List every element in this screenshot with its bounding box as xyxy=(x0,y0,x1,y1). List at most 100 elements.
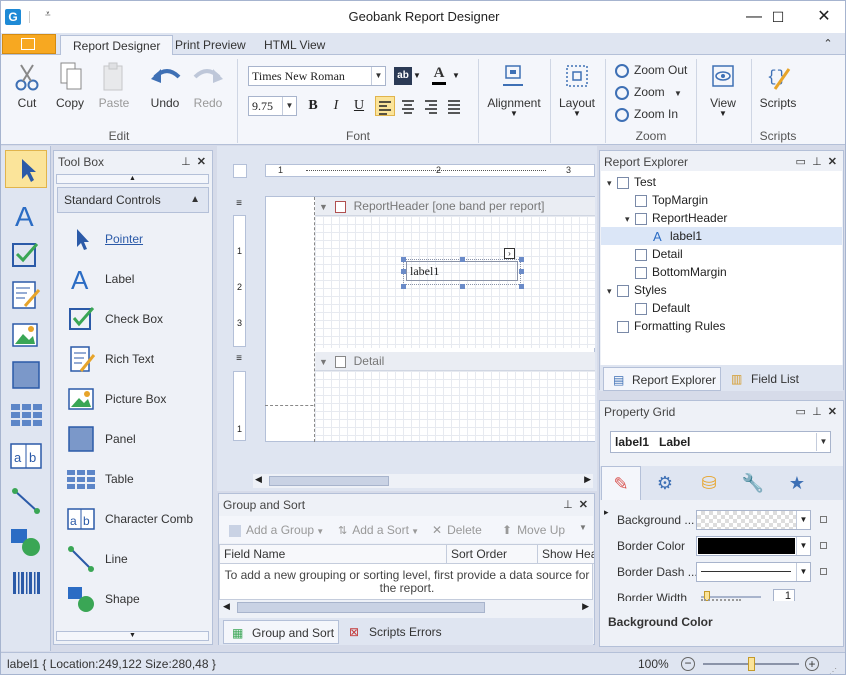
design-horizontal-scrollbar[interactable]: ◀ ▶ xyxy=(253,474,593,488)
align-left-button[interactable] xyxy=(375,96,395,116)
alignment-button[interactable]: Alignment xyxy=(484,96,544,110)
ribbon-collapse-icon[interactable]: ⌃ xyxy=(821,37,835,51)
maximize-panel-icon[interactable]: ▭ xyxy=(796,406,806,418)
property-value-border-color[interactable]: ▼ xyxy=(696,536,811,556)
report-header-band-caption[interactable]: ▼ ReportHeader [one band per report] xyxy=(315,197,595,216)
tree-item[interactable]: Default xyxy=(601,299,842,317)
font-family-combo[interactable]: Times New Roman ▼ xyxy=(248,66,386,86)
toolbox-item-label[interactable]: A Label xyxy=(63,261,203,297)
chevron-down-icon[interactable]: ▼ xyxy=(796,563,810,581)
close-icon[interactable]: ✕ xyxy=(828,406,837,418)
toolbox-item-line[interactable]: Line xyxy=(63,541,203,577)
scroll-thumb[interactable] xyxy=(237,602,485,613)
zoom-out-button[interactable]: Zoom Out xyxy=(615,60,687,80)
close-icon[interactable]: ✕ xyxy=(828,156,837,168)
column-header-sort-order[interactable]: Sort Order xyxy=(447,545,538,564)
bold-button[interactable]: B xyxy=(303,96,323,116)
layout-button[interactable]: Layout xyxy=(554,96,600,110)
resize-handle[interactable] xyxy=(401,257,406,262)
redo-button[interactable]: Redo xyxy=(189,96,227,110)
zoom-slider-thumb[interactable] xyxy=(748,657,756,671)
maximize-button[interactable]: ☐ xyxy=(755,1,801,33)
cut-button[interactable]: Cut xyxy=(9,96,45,110)
character-comb-tool-button[interactable]: ab xyxy=(5,436,47,474)
font-color-icon[interactable]: A xyxy=(432,65,446,85)
scroll-right-icon[interactable]: ▶ xyxy=(582,601,589,612)
band-collapse-handle[interactable]: ≡ xyxy=(233,198,245,214)
maximize-panel-icon[interactable]: ▭ xyxy=(796,156,806,168)
tab-group-and-sort[interactable]: ▦ Group and Sort xyxy=(223,620,339,644)
appearance-tab-brush-icon[interactable]: ✎ xyxy=(601,466,641,500)
tab-report-explorer[interactable]: ▤ Report Explorer xyxy=(603,367,721,391)
border-width-value[interactable]: 1 xyxy=(773,589,795,601)
tab-print-preview[interactable]: Print Preview xyxy=(163,35,258,55)
resize-grip-icon[interactable]: ⋰ xyxy=(829,661,841,674)
delete-button[interactable]: ✕ Delete xyxy=(432,521,482,539)
tree-item[interactable]: Formatting Rules xyxy=(601,317,842,335)
behavior-tab-gear-icon[interactable]: ⚙ xyxy=(645,466,685,500)
zoom-in-button[interactable]: Zoom In xyxy=(615,104,678,124)
detail-band-caption[interactable]: ▼ Detail xyxy=(315,352,595,371)
pin-icon[interactable]: ⊥ xyxy=(812,156,822,168)
resize-handle[interactable] xyxy=(519,257,524,262)
tree-item[interactable]: ▾ Test xyxy=(601,173,842,191)
tree-item[interactable]: BottomMargin xyxy=(601,263,842,281)
close-icon[interactable]: ✕ xyxy=(579,499,588,511)
toolbox-item-picture-box[interactable]: Picture Box xyxy=(63,381,203,417)
property-value-background[interactable]: ▼ xyxy=(696,510,811,530)
picture-box-tool-button[interactable] xyxy=(5,316,47,354)
toolbox-item-pointer[interactable]: Pointer xyxy=(63,221,203,257)
tab-scripts-errors[interactable]: ⊠ Scripts Errors xyxy=(341,620,451,644)
property-reset-marker[interactable] xyxy=(820,568,827,575)
tree-item[interactable]: ▾ Styles xyxy=(601,281,842,299)
resize-handle[interactable] xyxy=(519,269,524,274)
tab-field-list[interactable]: ▥ Field List xyxy=(723,367,813,391)
chevron-down-icon[interactable]: ▼ xyxy=(452,67,462,85)
property-object-selector[interactable]: label1 Label ▼ xyxy=(610,431,831,453)
tree-item[interactable]: Alabel1 xyxy=(601,227,842,245)
scroll-thumb[interactable] xyxy=(269,476,389,486)
scripts-button[interactable]: Scripts xyxy=(757,96,799,110)
file-menu-button[interactable] xyxy=(2,34,56,54)
chevron-down-icon[interactable]: ▼ xyxy=(796,537,810,555)
tree-expander-icon[interactable]: ▾ xyxy=(625,210,635,228)
collapse-triangle-icon[interactable]: ▼ xyxy=(319,357,328,367)
zoom-in-icon[interactable]: + xyxy=(805,657,819,671)
toolbar-overflow-icon[interactable]: ▼ xyxy=(579,523,587,532)
tree-item[interactable]: Detail xyxy=(601,245,842,263)
data-tab-database-icon[interactable]: ⛁ xyxy=(689,466,729,500)
tree-expander-icon[interactable]: ▾ xyxy=(607,282,617,300)
zoom-button[interactable]: Zoom ▼ xyxy=(615,82,682,102)
border-width-slider-track[interactable] xyxy=(701,596,761,598)
copy-button[interactable]: Copy xyxy=(51,96,89,110)
pin-icon[interactable]: ⊥ xyxy=(181,156,191,168)
undo-button[interactable]: Undo xyxy=(146,96,184,110)
chevron-down-icon[interactable]: ▼ xyxy=(796,511,810,529)
expand-arrow-icon[interactable]: ▸ xyxy=(604,507,609,518)
tab-report-designer[interactable]: Report Designer xyxy=(60,35,174,56)
toolbox-item-rich-text[interactable]: Rich Text xyxy=(63,341,203,377)
resize-handle[interactable] xyxy=(519,284,524,289)
toolbox-item-table[interactable]: Table xyxy=(63,461,203,497)
favorites-tab-star-icon[interactable]: ★ xyxy=(777,466,817,500)
close-button[interactable]: ✕ xyxy=(801,1,845,33)
scroll-right-icon[interactable]: ▶ xyxy=(584,474,591,485)
scroll-left-icon[interactable]: ◀ xyxy=(255,474,262,485)
layout-tab-wrench-icon[interactable]: 🔧 xyxy=(733,466,773,500)
group-sort-hscrollbar[interactable]: ◀ ▶ xyxy=(219,600,593,615)
resize-handle[interactable] xyxy=(460,284,465,289)
align-center-button[interactable] xyxy=(398,96,418,116)
chevron-down-icon[interactable]: ▼ xyxy=(413,67,423,85)
collapse-triangle-icon[interactable]: ▼ xyxy=(319,202,328,212)
resize-handle[interactable] xyxy=(460,257,465,262)
property-reset-marker[interactable] xyxy=(820,542,827,549)
toolbox-item-shape[interactable]: Shape xyxy=(63,581,203,617)
splitter-grip[interactable] xyxy=(701,599,741,603)
zoom-out-icon[interactable]: − xyxy=(681,657,695,671)
detail-band[interactable] xyxy=(315,371,595,441)
align-right-button[interactable] xyxy=(421,96,441,116)
property-reset-marker[interactable] xyxy=(820,516,827,523)
toolbox-item-panel[interactable]: Panel xyxy=(63,421,203,457)
font-size-combo[interactable]: 9.75 ▼ xyxy=(248,96,297,116)
pin-icon[interactable]: ⊥ xyxy=(812,406,822,418)
